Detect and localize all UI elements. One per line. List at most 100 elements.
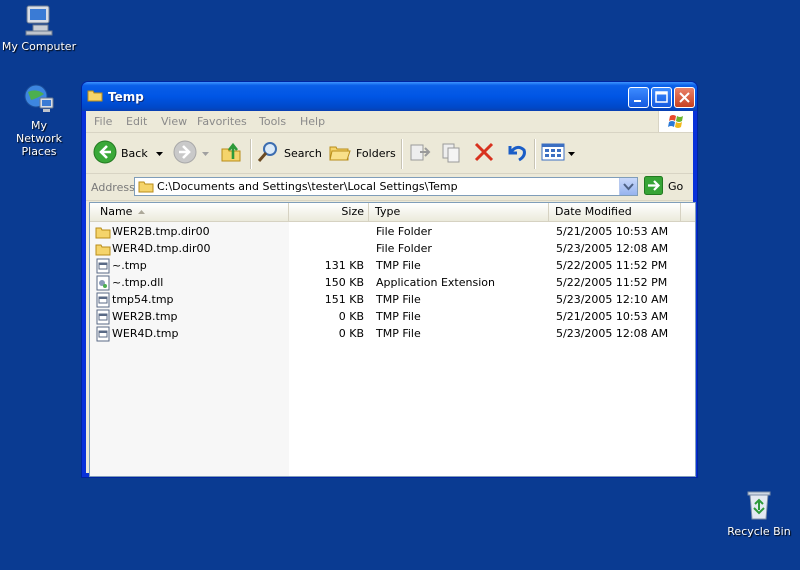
file-size: 0 KB — [338, 310, 364, 323]
explorer-window: Temp File Edit View Favorites Tools Help — [81, 81, 698, 478]
file-row[interactable]: WER2B.tmp 0 KB TMP File 5/21/2005 10:53 … — [90, 309, 695, 326]
forward-arrow-icon — [173, 140, 197, 167]
toolbar-separator — [534, 139, 536, 169]
file-type: File Folder — [376, 242, 432, 255]
file-row[interactable]: ~.tmp.dll 150 KB Application Extension 5… — [90, 275, 695, 292]
search-button[interactable]: Search — [256, 133, 322, 173]
back-arrow-icon — [93, 140, 117, 167]
my-computer-icon — [22, 3, 56, 37]
column-date-label: Date Modified — [555, 205, 632, 218]
file-date: 5/23/2005 12:08 AM — [556, 242, 669, 255]
file-date: 5/22/2005 11:52 PM — [556, 259, 668, 272]
file-date: 5/23/2005 12:10 AM — [556, 293, 669, 306]
search-label: Search — [284, 146, 322, 160]
move-to-button[interactable] — [408, 133, 432, 173]
close-button[interactable] — [674, 87, 695, 108]
toolbar: Back Search Folders — [86, 133, 693, 174]
search-icon — [256, 140, 280, 167]
minimize-button[interactable] — [628, 87, 649, 108]
file-date: 5/21/2005 10:53 AM — [556, 225, 669, 238]
recycle-bin-icon — [742, 488, 776, 522]
file-row[interactable]: WER4D.tmp 0 KB TMP File 5/23/2005 12:08 … — [90, 326, 695, 343]
forward-button[interactable] — [173, 133, 209, 173]
file-name: ~.tmp — [112, 259, 147, 272]
delete-x-icon — [472, 140, 496, 167]
views-button[interactable] — [540, 133, 575, 173]
column-header: Name Size Type Date Modified — [90, 203, 695, 222]
file-size: 150 KB — [324, 276, 364, 289]
menu-tools[interactable]: Tools — [259, 115, 286, 128]
back-button[interactable]: Back — [93, 133, 163, 173]
copy-to-button[interactable] — [440, 133, 464, 173]
file-list[interactable]: Name Size Type Date Modified WER2B.tmp.d… — [89, 202, 696, 477]
file-size: 131 KB — [324, 259, 364, 272]
menu-bar: File Edit View Favorites Tools Help — [86, 111, 693, 133]
file-row[interactable]: WER2B.tmp.dir00 File Folder 5/21/2005 10… — [90, 224, 695, 241]
window-title: Temp — [108, 90, 144, 104]
column-header-size[interactable]: Size — [289, 203, 369, 221]
file-name: WER2B.tmp — [112, 310, 178, 323]
file-name: WER4D.tmp — [112, 327, 179, 340]
go-arrow-icon — [644, 175, 663, 198]
go-label: Go — [668, 180, 684, 193]
windows-logo-icon — [658, 111, 693, 132]
file-row[interactable]: ~.tmp 131 KB TMP File 5/22/2005 11:52 PM — [90, 258, 695, 275]
file-type: TMP File — [376, 293, 421, 306]
menu-favorites[interactable]: Favorites — [197, 115, 247, 128]
file-size: 0 KB — [338, 327, 364, 340]
file-type: TMP File — [376, 310, 421, 323]
column-header-name[interactable]: Name — [90, 203, 289, 221]
back-label: Back — [121, 146, 148, 160]
column-type-label: Type — [375, 205, 401, 218]
desktop-icon-network-places[interactable]: My Network Places — [0, 82, 78, 158]
folders-icon — [328, 140, 352, 167]
address-dropdown-button[interactable] — [619, 178, 637, 195]
title-bar[interactable]: Temp — [82, 82, 697, 111]
file-row[interactable]: WER4D.tmp.dir00 File Folder 5/23/2005 12… — [90, 241, 695, 258]
address-value: C:\Documents and Settings\tester\Local S… — [157, 180, 458, 193]
delete-button[interactable] — [472, 133, 496, 173]
window-body: File Edit View Favorites Tools Help Back… — [86, 111, 696, 477]
file-date: 5/22/2005 11:52 PM — [556, 276, 668, 289]
menu-view[interactable]: View — [161, 115, 187, 128]
folders-label: Folders — [356, 146, 396, 160]
chevron-down-icon[interactable] — [155, 147, 163, 160]
tmp-file-icon — [95, 326, 111, 345]
column-header-date[interactable]: Date Modified — [549, 203, 681, 221]
move-to-icon — [408, 140, 432, 167]
column-header-type[interactable]: Type — [369, 203, 549, 221]
address-bar: Address C:\Documents and Settings\tester… — [86, 174, 693, 201]
network-places-icon — [22, 82, 56, 116]
column-size-label: Size — [341, 205, 364, 218]
chevron-down-icon[interactable] — [568, 147, 575, 160]
address-label: Address — [91, 181, 135, 194]
maximize-button[interactable] — [651, 87, 672, 108]
menu-help[interactable]: Help — [300, 115, 325, 128]
desktop-icon-my-computer[interactable]: My Computer — [0, 3, 78, 53]
file-type: Application Extension — [376, 276, 495, 289]
file-row[interactable]: tmp54.tmp 151 KB TMP File 5/23/2005 12:1… — [90, 292, 695, 309]
up-folder-button[interactable] — [220, 133, 244, 173]
file-type: File Folder — [376, 225, 432, 238]
undo-button[interactable] — [504, 133, 528, 173]
file-date: 5/21/2005 10:53 AM — [556, 310, 669, 323]
file-date: 5/23/2005 12:08 AM — [556, 327, 669, 340]
desktop-icon-label: My Computer — [1, 40, 77, 53]
file-type: TMP File — [376, 259, 421, 272]
file-name: ~.tmp.dll — [112, 276, 164, 289]
up-folder-icon — [220, 140, 244, 167]
toolbar-separator — [401, 139, 403, 169]
file-size: 151 KB — [324, 293, 364, 306]
go-button[interactable]: Go — [644, 175, 684, 198]
file-name: WER4D.tmp.dir00 — [112, 242, 211, 255]
desktop-icon-recycle-bin[interactable]: Recycle Bin — [720, 488, 798, 538]
desktop-icon-label: My Network Places — [16, 119, 62, 158]
column-name-label: Name — [100, 205, 133, 218]
copy-to-icon — [440, 140, 464, 167]
folders-button[interactable]: Folders — [328, 133, 396, 173]
toolbar-separator — [250, 139, 252, 169]
address-field[interactable]: C:\Documents and Settings\tester\Local S… — [134, 177, 638, 196]
chevron-down-icon[interactable] — [202, 147, 209, 160]
menu-file[interactable]: File — [94, 115, 112, 128]
menu-edit[interactable]: Edit — [126, 115, 147, 128]
